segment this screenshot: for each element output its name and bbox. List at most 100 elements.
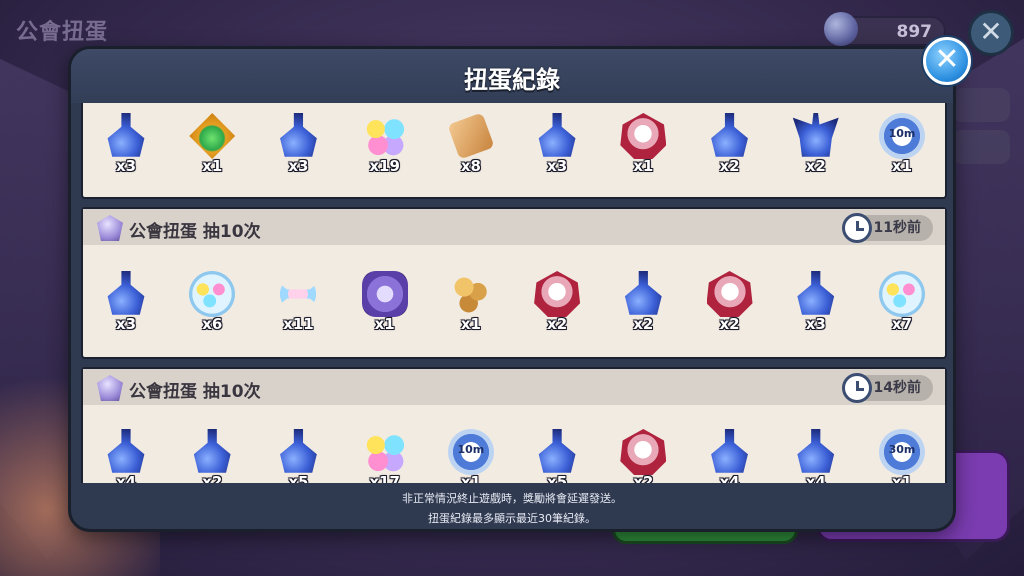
reward-quantity: x2 [633,473,654,483]
reward-item[interactable]: x2 [699,113,761,175]
reward-quantity: x3 [115,157,137,175]
modal-header: 扭蛋紀錄 [71,49,953,103]
reward-item[interactable]: 30m x1 [871,429,933,483]
reward-quantity: x2 [202,473,223,483]
reward-quantity: x19 [369,157,400,175]
record-title: 公會扭蛋 抽10次 [129,222,261,242]
reward-item[interactable]: x1 [181,113,243,175]
reward-item[interactable]: 10m x1 [871,113,933,175]
reward-item[interactable]: x4 [699,429,761,483]
record-header: 公會扭蛋 抽10次 14秒前 [83,369,945,405]
blue-potion-icon [280,429,317,473]
wrapped-candy-icon [275,280,322,308]
reward-item[interactable]: x1 [440,271,502,333]
blue-potion-icon [538,113,576,157]
reward-item[interactable]: x11 [267,271,329,333]
green-gem-icon [189,113,236,159]
background-close-button[interactable]: ✕ [968,10,1014,56]
reward-quantity: x2 [633,315,654,333]
record-header: 公會扭蛋 抽10次 11秒前 [83,209,945,245]
reward-quantity: x2 [719,157,740,175]
frame-icon [361,271,408,317]
page-title: 公會扭蛋 [16,20,109,45]
reward-row: x3 x6 x11 x1 x1 x2 x2 x2 x3 x7 [95,271,933,333]
currency-display: 897 [824,12,946,46]
history-record: 公會扭蛋 抽10次 11秒前 x3 x6 x11 x1 x1 x2 x2 x2 x3 x7 [81,207,947,359]
reward-quantity: x4 [719,473,740,483]
footer-line: 扭蛋紀錄最多顯示最近30筆紀錄。 [428,512,596,525]
reward-quantity: x4 [805,473,826,483]
cookie-icon [447,112,495,160]
reward-item[interactable]: x17 [354,429,416,483]
reward-quantity: x2 [719,315,740,333]
reward-item[interactable]: x3 [95,271,157,333]
reward-item[interactable]: x2 [785,113,847,175]
reward-item[interactable]: x8 [440,112,502,175]
blue-potion-icon [711,113,748,157]
guild-gacha-icon [97,375,123,401]
candy-bag-icon [878,271,925,317]
reward-item[interactable]: x3 [526,113,588,175]
reward-quantity: x3 [805,315,826,333]
reward-item[interactable]: x5 [526,429,588,483]
reward-quantity: x17 [369,473,400,483]
reward-item[interactable]: x4 [95,429,157,483]
reward-item[interactable]: x3 [95,113,157,175]
reward-item[interactable]: x3 [267,113,329,175]
blue-potion-icon [711,429,748,473]
modal-title: 扭蛋紀錄 [464,66,560,94]
record-time-badge: 11秒前 [841,213,933,243]
blue-potion-icon [193,429,231,473]
reward-item[interactable]: x4 [785,429,847,483]
reward-quantity: x1 [891,473,913,483]
reward-item[interactable]: x2 [181,429,243,483]
reward-item[interactable]: x7 [871,271,933,333]
reward-item[interactable]: x1 [612,113,674,175]
candy-icon [361,113,408,159]
reward-quantity: x5 [547,473,568,483]
reward-quantity: x6 [202,315,223,333]
clock-icon [841,373,872,403]
reward-quantity: x8 [460,157,481,175]
blue-potion-icon [797,429,835,473]
reward-quantity: x3 [115,315,137,333]
record-title: 公會扭蛋 抽10次 [129,382,261,402]
blue-potion-icon [107,271,145,315]
blue-potion-icon [624,271,662,315]
candy-icon [361,429,408,475]
reward-quantity: x3 [288,157,309,175]
reward-item[interactable]: x2 [526,271,588,333]
reward-quantity: x4 [115,473,137,483]
footer-line: 非正常情況終止遊戲時，獎勵將會延遲發送。 [402,492,622,505]
guild-gacha-icon [97,215,123,241]
background-side-button [952,130,1010,164]
footer-note: 非正常情況終止遊戲時，獎勵將會延遲發送。 扭蛋紀錄最多顯示最近30筆紀錄。 [71,489,953,529]
reward-item[interactable]: x2 [612,271,674,333]
close-button[interactable]: ✕ [923,37,971,85]
cookie-soul-stone-icon [706,271,753,317]
reward-quantity: x1 [633,157,654,175]
reward-item[interactable]: x3 [785,271,847,333]
cookie-soul-stone-icon [620,113,667,159]
reward-quantity: x1 [202,157,223,175]
history-list[interactable]: x3 x1 x3 x19 x8 x3 x1 x2 x2 10m x1 公會扭蛋 抽10次 11秒前 … [81,103,947,483]
reward-item[interactable]: x1 [354,271,416,333]
background-side-button [952,88,1010,122]
reward-quantity: x5 [288,473,309,483]
reward-item[interactable]: 10m x1 [440,429,502,483]
reward-quantity: x3 [547,157,568,175]
reward-item[interactable]: x2 [612,429,674,483]
reward-item[interactable]: x6 [181,271,243,333]
reward-item[interactable]: x2 [699,271,761,333]
blue-potion-icon [107,429,145,473]
reward-item[interactable]: x5 [267,429,329,483]
reward-quantity: x1 [891,157,913,175]
reward-item[interactable]: x19 [354,113,416,175]
reward-row: x3 x1 x3 x19 x8 x3 x1 x2 x2 10m x1 [95,112,933,175]
reward-quantity: x7 [891,315,913,333]
timer-label: 30m [888,443,916,456]
history-record: x3 x1 x3 x19 x8 x3 x1 x2 x2 10m x1 [81,103,947,199]
coin-stack-icon [447,271,494,317]
reward-quantity: x2 [805,157,826,175]
reward-quantity: x1 [374,315,395,333]
